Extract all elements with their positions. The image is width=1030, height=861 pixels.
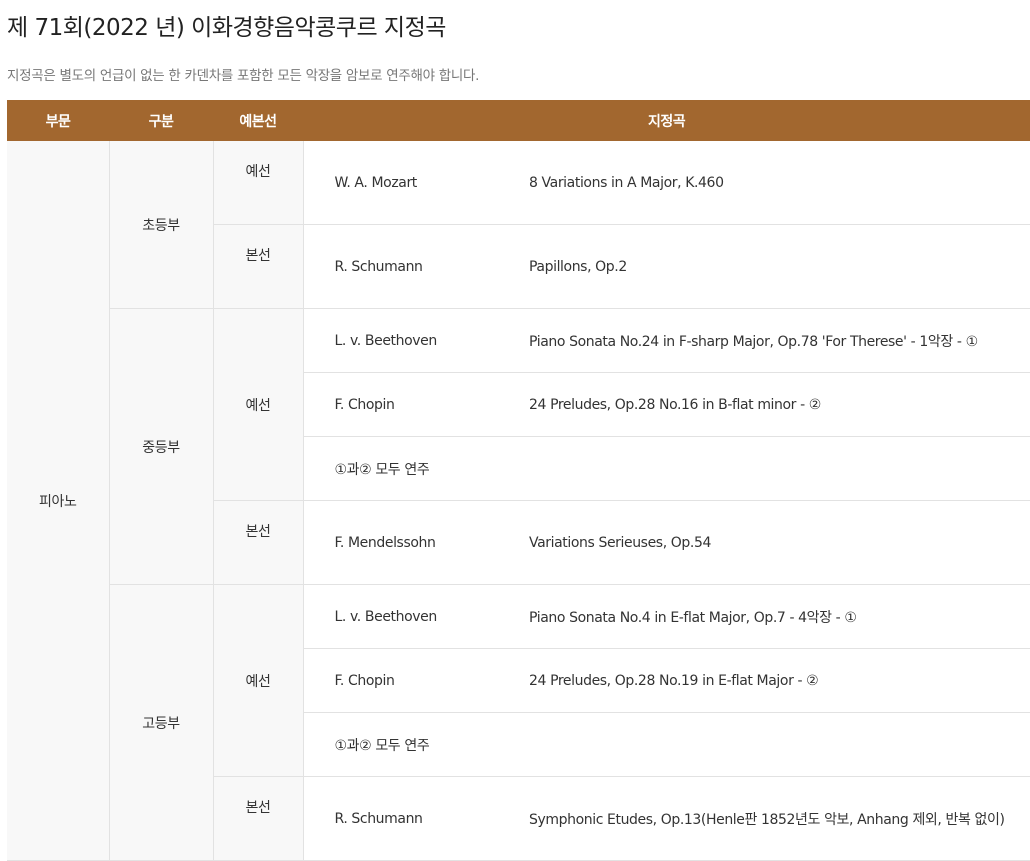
work-cell: Symphonic Etudes, Op.13(Henle판 1852년도 악보… [529, 776, 1030, 861]
table-header-row: 부문 구분 예본선 지정곡 [7, 100, 1030, 141]
header-round: 예본선 [213, 100, 303, 141]
work-cell: 8 Variations in A Major, K.460 [529, 141, 1030, 225]
composer-cell: ①과② 모두 연주 [303, 436, 529, 501]
repertoire-table: 부문 구분 예본선 지정곡 피아노 초등부 예선 W. A. Mozart 8 … [7, 100, 1030, 861]
level-cell: 중등부 [109, 308, 214, 585]
round-cell: 본선 [213, 224, 304, 309]
level-cell: 고등부 [109, 584, 214, 861]
composer-cell: R. Schumann [303, 224, 529, 309]
composer-cell: F. Chopin [303, 648, 529, 713]
round-cell: 본선 [213, 776, 304, 861]
round-cell: 본선 [213, 500, 304, 585]
round-cell: 예선 [213, 141, 304, 225]
composer-cell: F. Chopin [303, 372, 529, 437]
composer-cell: R. Schumann [303, 776, 529, 861]
work-cell: Variations Serieuses, Op.54 [529, 500, 1030, 585]
work-cell: Piano Sonata No.4 in E-flat Major, Op.7 … [529, 584, 1030, 649]
work-cell: Papillons, Op.2 [529, 224, 1030, 309]
notice-text: 지정곡은 별도의 언급이 없는 한 카덴차를 포함한 모든 악장을 암보로 연주… [7, 68, 480, 84]
header-repertoire: 지정곡 [303, 100, 1030, 141]
composer-cell: W. A. Mozart [303, 141, 529, 225]
header-division: 부문 [7, 100, 109, 141]
work-cell: 24 Preludes, Op.28 No.16 in B-flat minor… [529, 372, 1030, 437]
composer-cell: L. v. Beethoven [303, 584, 529, 649]
work-cell: 24 Preludes, Op.28 No.19 in E-flat Major… [529, 648, 1030, 713]
composer-cell: ①과② 모두 연주 [303, 712, 529, 777]
work-cell: Piano Sonata No.24 in F-sharp Major, Op.… [529, 308, 1030, 373]
table-row: 피아노 초등부 예선 W. A. Mozart 8 Variations in … [7, 141, 1030, 861]
table-row: 중등부 예선 L. v. Beethoven Piano Sonata No.2… [7, 308, 1030, 585]
work-cell [529, 436, 1030, 501]
header-level: 구분 [109, 100, 213, 141]
level-cell: 초등부 [109, 141, 214, 309]
composer-cell: F. Mendelssohn [303, 500, 529, 585]
page-title: 제 71회(2022 년) 이화경향음악콩쿠르 지정곡 [7, 15, 446, 41]
table-row: 고등부 예선 L. v. Beethoven Piano Sonata No.4… [7, 584, 1030, 861]
division-cell: 피아노 [7, 141, 110, 861]
round-cell: 예선 [213, 308, 304, 501]
composer-cell: L. v. Beethoven [303, 308, 529, 373]
round-cell: 예선 [213, 584, 304, 777]
work-cell [529, 712, 1030, 777]
